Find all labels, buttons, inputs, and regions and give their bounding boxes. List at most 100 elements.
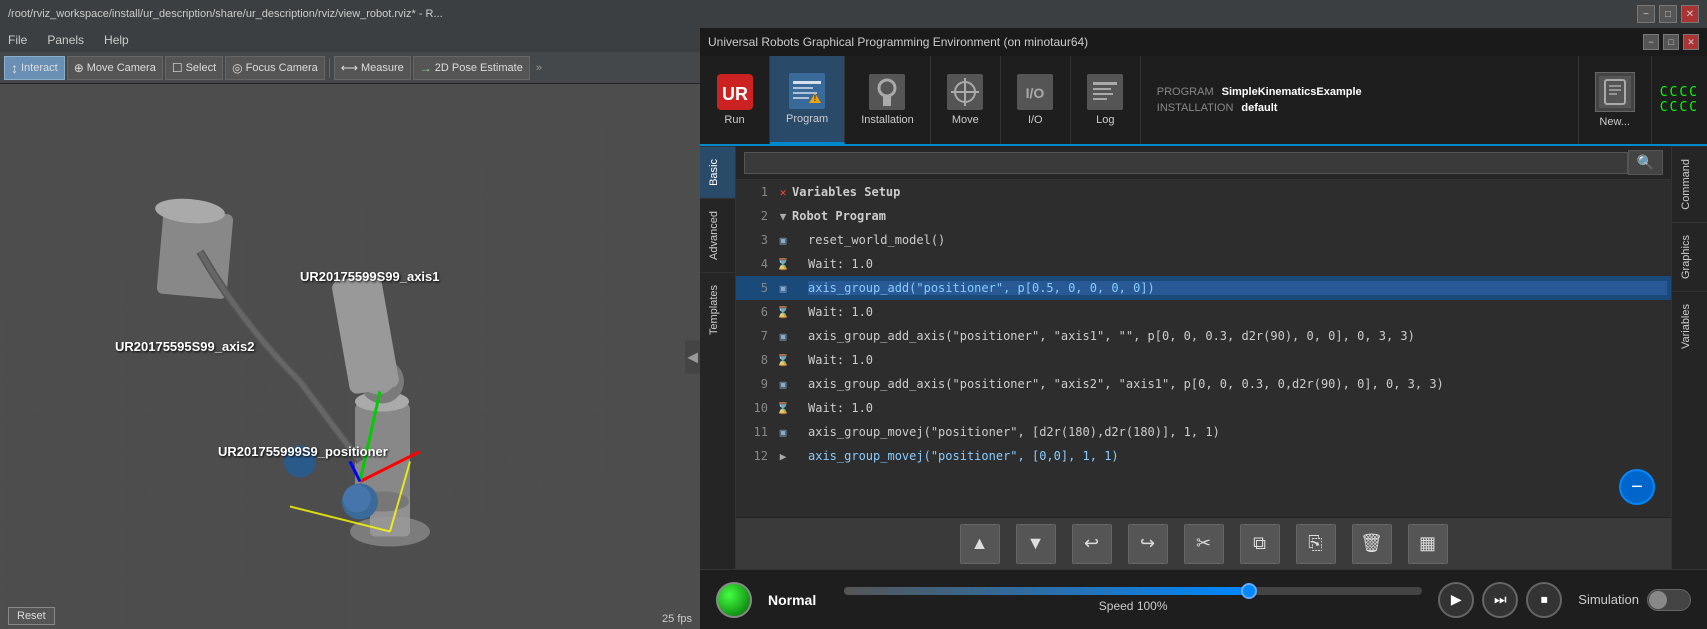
program-line-9[interactable]: 9▣axis_group_add_axis("positioner", "axi… bbox=[736, 372, 1671, 396]
copy-button[interactable]: ⧉ bbox=[1240, 524, 1280, 564]
ur-close-button[interactable]: ✕ bbox=[1683, 34, 1699, 50]
svg-text:!: ! bbox=[814, 94, 817, 103]
rviz-panel: File Panels Help ↕ Interact ⊕ Move Camer… bbox=[0, 28, 700, 629]
simulation-toggle[interactable] bbox=[1647, 589, 1691, 611]
paste-button[interactable]: ⎘ bbox=[1296, 524, 1336, 564]
nav-installation-label: Installation bbox=[861, 114, 914, 126]
line-content-2: Robot Program bbox=[792, 209, 1667, 223]
nav-io[interactable]: I/O I/O bbox=[1001, 56, 1071, 144]
nav-io-label: I/O bbox=[1028, 114, 1043, 126]
status-indicator bbox=[716, 582, 752, 618]
nav-program[interactable]: ! Program bbox=[770, 56, 845, 144]
nav-run-label: Run bbox=[724, 114, 744, 126]
play-button[interactable]: ▶ bbox=[1438, 582, 1474, 618]
program-line-12[interactable]: 12▶axis_group_movej("positioner", [0,0],… bbox=[736, 444, 1671, 468]
toggle-knob bbox=[1649, 591, 1667, 609]
search-input[interactable] bbox=[744, 152, 1628, 174]
ur-minimize-button[interactable]: − bbox=[1643, 34, 1659, 50]
ur-title: Universal Robots Graphical Programming E… bbox=[708, 35, 1088, 49]
measure-button[interactable]: ⟷ Measure bbox=[334, 56, 411, 80]
program-line-10[interactable]: 10⌛Wait: 1.0 bbox=[736, 396, 1671, 420]
tab-variables[interactable]: Variables bbox=[1672, 291, 1707, 361]
toolbar-overflow[interactable]: » bbox=[532, 60, 546, 76]
ur-maximize-button[interactable]: □ bbox=[1663, 34, 1679, 50]
select-button[interactable]: ☐ Select bbox=[165, 56, 223, 80]
grid-button[interactable]: ▦ bbox=[1408, 524, 1448, 564]
new-label: New... bbox=[1599, 116, 1630, 128]
close-button[interactable]: ✕ bbox=[1681, 5, 1699, 23]
speed-label: Speed 100% bbox=[1099, 599, 1168, 613]
nav-run[interactable]: UR Run bbox=[700, 56, 770, 144]
tab-graphics[interactable]: Graphics bbox=[1672, 222, 1707, 291]
program-list[interactable]: 1✕Variables Setup2▼Robot Program3▣reset_… bbox=[736, 180, 1671, 477]
move-camera-button[interactable]: ⊕ Move Camera bbox=[67, 56, 163, 80]
program-line-4[interactable]: 4⌛Wait: 1.0 bbox=[736, 252, 1671, 276]
delete-button[interactable]: 🗑 bbox=[1352, 524, 1392, 564]
line-number-2: 2 bbox=[740, 209, 768, 223]
move-up-button[interactable]: ▲ bbox=[960, 524, 1000, 564]
program-line-2[interactable]: 2▼Robot Program bbox=[736, 204, 1671, 228]
nav-log-label: Log bbox=[1096, 114, 1114, 126]
cut-button[interactable]: ✂ bbox=[1184, 524, 1224, 564]
new-area[interactable]: New... bbox=[1578, 56, 1651, 144]
program-line-3[interactable]: 3▣reset_world_model() bbox=[736, 228, 1671, 252]
ur-editor: 🔍 1✕Variables Setup2▼Robot Program3▣rese… bbox=[736, 146, 1671, 569]
redo-button[interactable]: ↪ bbox=[1128, 524, 1168, 564]
line-content-9: axis_group_add_axis("positioner", "axis2… bbox=[808, 377, 1667, 391]
tab-command[interactable]: Command bbox=[1672, 146, 1707, 222]
simulation-area: Simulation bbox=[1578, 589, 1691, 611]
nav-installation[interactable]: Installation bbox=[845, 56, 931, 144]
line-icon-4: ⌛ bbox=[774, 258, 792, 271]
undo-button[interactable]: ↩ bbox=[1072, 524, 1112, 564]
program-line-8[interactable]: 8⌛Wait: 1.0 bbox=[736, 348, 1671, 372]
line-number-12: 12 bbox=[740, 449, 768, 463]
move-down-button[interactable]: ▼ bbox=[1016, 524, 1056, 564]
focus-camera-button[interactable]: ◎ Focus Camera bbox=[225, 56, 325, 80]
line-content-12: axis_group_movej("positioner", [0,0], 1,… bbox=[808, 449, 1667, 463]
line-icon-5: ▣ bbox=[774, 282, 792, 295]
ur-nav: UR Run ! bbox=[700, 56, 1707, 146]
viewport[interactable]: UR20175599S99_axis1 UR20175595S99_axis2 … bbox=[0, 84, 700, 629]
cc-area: CCCC CCCC bbox=[1651, 56, 1707, 144]
program-line-7[interactable]: 7▣axis_group_add_axis("positioner", "axi… bbox=[736, 324, 1671, 348]
installation-icon bbox=[869, 74, 905, 110]
interact-button[interactable]: ↕ Interact bbox=[4, 56, 65, 80]
line-icon-7: ▣ bbox=[774, 330, 792, 343]
minimize-button[interactable]: − bbox=[1637, 5, 1655, 23]
program-info: PROGRAM SimpleKinematicsExample INSTALLA… bbox=[1141, 56, 1578, 144]
playback-controls: ▶ ⏭ ⏹ bbox=[1438, 582, 1562, 618]
robot-arm-svg bbox=[0, 84, 700, 629]
minus-button[interactable]: − bbox=[1619, 469, 1655, 505]
line-content-5: axis_group_add("positioner", p[0.5, 0, 0… bbox=[808, 281, 1667, 295]
panel-collapse-arrow[interactable]: ◀ bbox=[685, 340, 700, 373]
installation-info-label: INSTALLATION bbox=[1157, 102, 1234, 114]
menu-help[interactable]: Help bbox=[100, 33, 133, 47]
skip-button[interactable]: ⏭ bbox=[1482, 582, 1518, 618]
cc-row1: CCCC bbox=[1660, 85, 1699, 100]
speed-slider[interactable] bbox=[844, 587, 1422, 595]
tab-advanced[interactable]: Advanced bbox=[700, 198, 735, 272]
reset-button[interactable]: Reset bbox=[8, 607, 55, 625]
pose-estimate-button[interactable]: → 2D Pose Estimate bbox=[413, 56, 530, 80]
menu-file[interactable]: File bbox=[4, 33, 31, 47]
program-line-5[interactable]: 5▣axis_group_add("positioner", p[0.5, 0,… bbox=[736, 276, 1671, 300]
search-button[interactable]: 🔍 bbox=[1628, 150, 1663, 175]
line-number-4: 4 bbox=[740, 257, 768, 271]
nav-move[interactable]: Move bbox=[931, 56, 1001, 144]
tab-templates[interactable]: Templates bbox=[700, 272, 735, 347]
nav-program-label: Program bbox=[786, 113, 828, 125]
nav-log[interactable]: Log bbox=[1071, 56, 1141, 144]
program-line-1[interactable]: 1✕Variables Setup bbox=[736, 180, 1671, 204]
line-number-3: 3 bbox=[740, 233, 768, 247]
simulation-label: Simulation bbox=[1578, 592, 1639, 607]
stop-button[interactable]: ⏹ bbox=[1526, 582, 1562, 618]
tab-basic[interactable]: Basic bbox=[700, 146, 735, 198]
menu-panels[interactable]: Panels bbox=[43, 33, 88, 47]
maximize-button[interactable]: □ bbox=[1659, 5, 1677, 23]
line-icon-3: ▣ bbox=[774, 234, 792, 247]
search-bar: 🔍 bbox=[736, 146, 1671, 180]
fps-display: 25 fps bbox=[662, 613, 692, 625]
program-line-6[interactable]: 6⌛Wait: 1.0 bbox=[736, 300, 1671, 324]
line-number-11: 11 bbox=[740, 425, 768, 439]
program-line-11[interactable]: 11▣axis_group_movej("positioner", [d2r(1… bbox=[736, 420, 1671, 444]
